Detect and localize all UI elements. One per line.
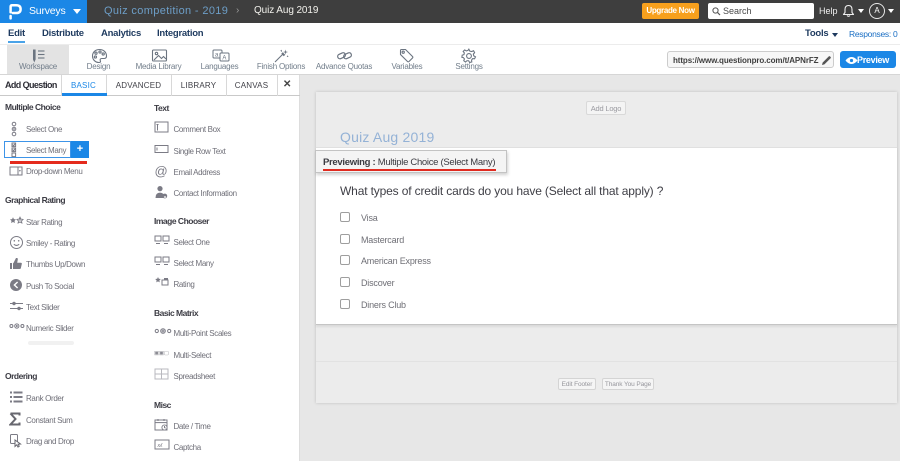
- svg-text:xʎ: xʎ: [156, 443, 163, 449]
- svg-text:▣▣▢: ▣▣▢: [154, 350, 170, 356]
- svg-text:A: A: [222, 56, 226, 62]
- svg-text:@: @: [155, 164, 168, 178]
